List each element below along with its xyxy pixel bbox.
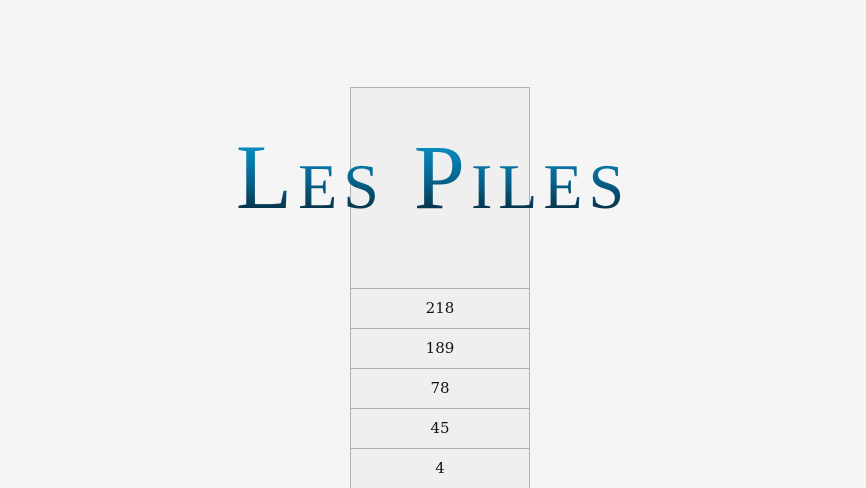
page-title-text: Les Piles	[236, 126, 630, 228]
page: 218 189 78 45 4 Les Piles	[0, 0, 866, 488]
stack-item: 4	[351, 448, 529, 488]
page-title: Les Piles	[236, 126, 630, 228]
stack-item: 78	[351, 368, 529, 408]
stack-list: 218 189 78 45 4	[351, 288, 529, 488]
stack-item: 218	[351, 288, 529, 328]
stack-item: 189	[351, 328, 529, 368]
stack-item: 45	[351, 408, 529, 448]
